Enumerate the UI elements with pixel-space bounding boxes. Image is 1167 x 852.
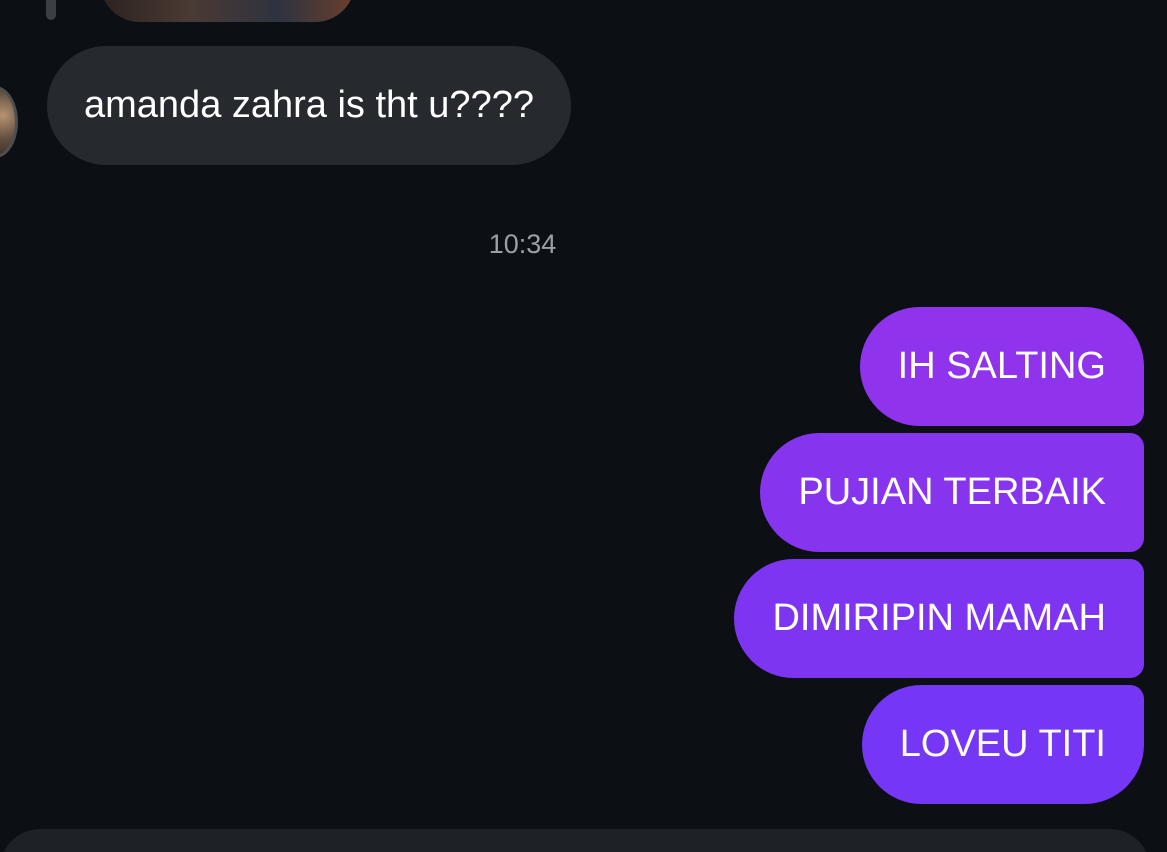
reply-indicator [46, 0, 56, 20]
outgoing-message-bubble[interactable]: IH SALTING [859, 307, 1144, 426]
avatar[interactable] [0, 86, 18, 158]
incoming-message-bubble[interactable]: amanda zahra is tht u???? [47, 46, 571, 165]
outgoing-message-bubble[interactable]: PUJIAN TERBAIK [760, 433, 1144, 552]
message-composer[interactable] [0, 829, 1150, 852]
outgoing-message-bubble[interactable]: LOVEU TITI [861, 685, 1144, 804]
message-timestamp: 10:34 [488, 229, 557, 259]
shared-media-preview[interactable] [100, 0, 355, 22]
outgoing-message-bubble[interactable]: DIMIRIPIN MAMAH [734, 559, 1144, 678]
chat-thread[interactable]: amanda zahra is tht u???? 10:34 IH SALTI… [0, 0, 1167, 852]
